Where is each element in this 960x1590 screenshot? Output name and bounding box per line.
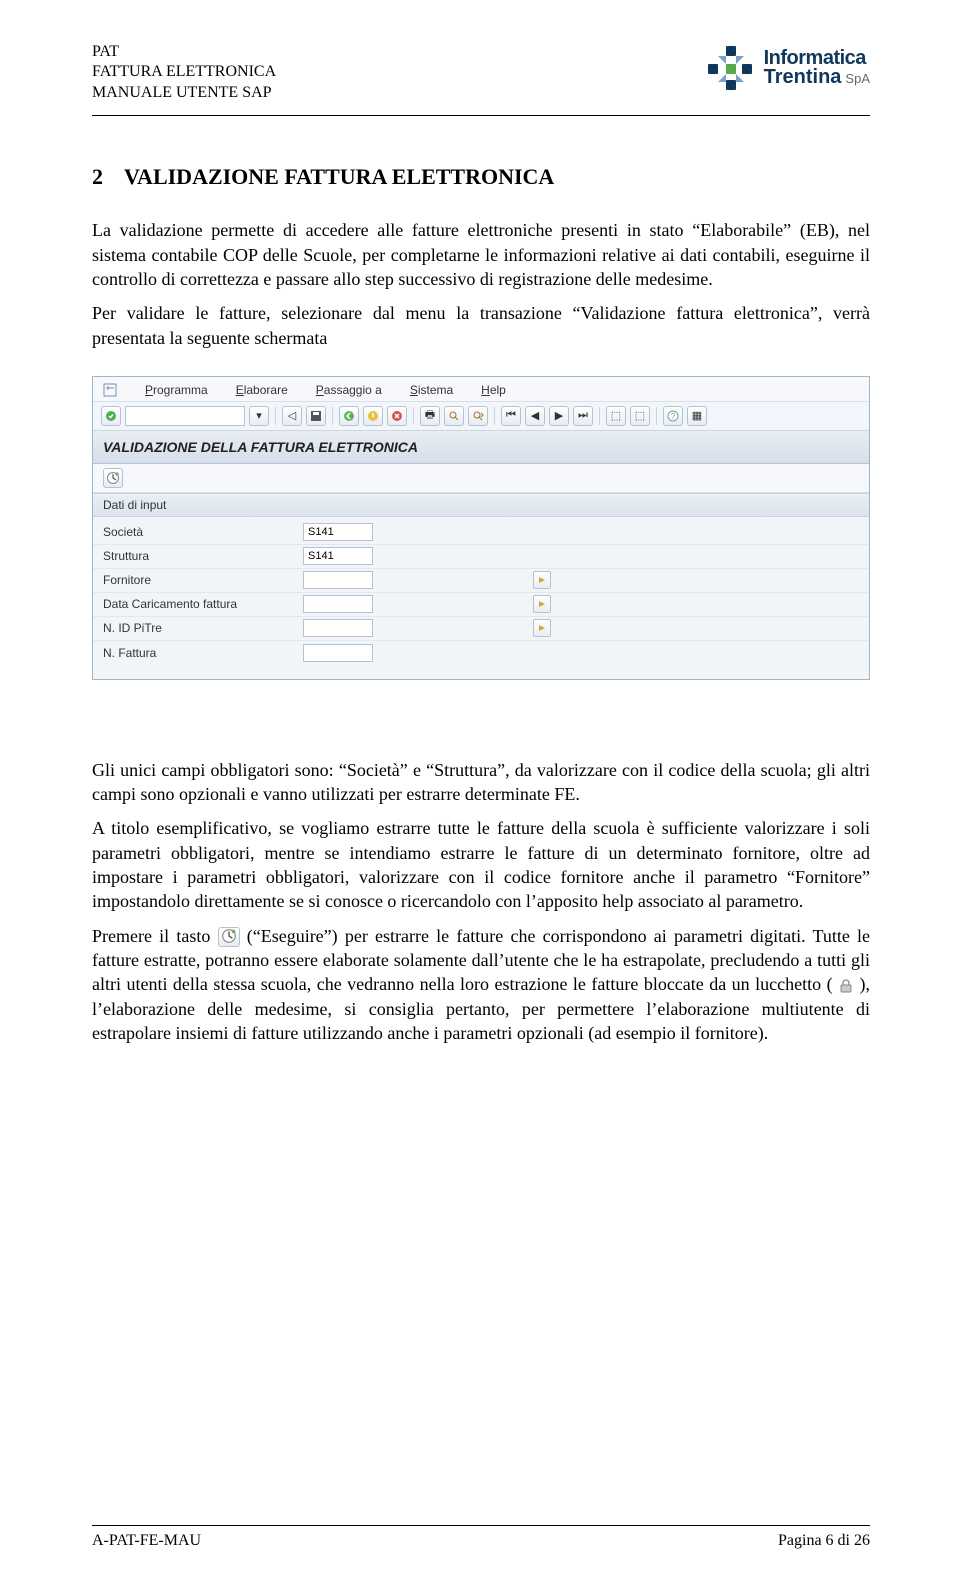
menu-programma[interactable]: Programma [145,383,208,397]
print-icon[interactable]: 🖶 [420,406,440,426]
sap-window: Programma Elaborare Passaggio a Sistema … [92,376,870,680]
paragraph-2: Per validare le fatture, selezionare dal… [92,301,870,350]
find-icon[interactable] [444,406,464,426]
p5-part-a: Premere il tasto [92,926,218,946]
menu-sistema[interactable]: Sistema [410,383,453,397]
footer-divider [92,1525,870,1526]
header-divider [92,115,870,116]
back-green-icon[interactable] [339,406,359,426]
last-page-icon[interactable]: ⏭ [573,406,593,426]
dropdown-icon[interactable]: ▾ [249,406,269,426]
body-block-2: Gli unici campi obbligatori sono: “Socie… [92,758,870,1045]
page-header: PAT FATTURA ELETTRONICA MANUALE UTENTE S… [92,42,870,103]
help-icon[interactable]: ? [663,406,683,426]
multiselect-icon[interactable] [533,571,551,589]
input-societa[interactable] [303,523,373,541]
header-line-1: PAT [92,42,276,62]
menu-elaborare[interactable]: Elaborare [236,383,288,397]
sap-form: Società Struttura Fornitore Data Caricam… [93,517,869,679]
logo-icon [704,42,756,94]
menu-passaggio-a[interactable]: Passaggio a [316,383,382,397]
input-id-pitre[interactable] [303,619,373,637]
label-n-fattura: N. Fattura [103,646,303,660]
exit-yellow-icon[interactable] [363,406,383,426]
field-row-fornitore: Fornitore [93,569,869,593]
paragraph-4: A titolo esemplificativo, se vogliamo es… [92,816,870,913]
field-row-id-pitre: N. ID PiTre [93,617,869,641]
sap-panel-header: Dati di input [93,493,869,517]
label-data-caricamento: Data Caricamento fattura [103,597,303,611]
menu-expand-icon[interactable] [103,383,117,397]
back-icon[interactable]: ◁ [282,406,302,426]
next-page-icon[interactable]: ▶ [549,406,569,426]
cancel-red-icon[interactable] [387,406,407,426]
sap-subtoolbar [93,464,869,493]
command-field[interactable] [125,406,245,426]
multiselect-icon[interactable] [533,619,551,637]
sap-screen-title: VALIDAZIONE DELLA FATTURA ELETTRONICA [93,431,869,464]
doc-header-text: PAT FATTURA ELETTRONICA MANUALE UTENTE S… [92,42,276,103]
svg-text:?: ? [671,412,676,421]
field-row-struttura: Struttura [93,545,869,569]
menu-help[interactable]: Help [481,383,506,397]
page-footer: A-PAT-FE-MAU Pagina 6 di 26 [92,1525,870,1550]
input-data-caricamento[interactable] [303,595,373,613]
label-fornitore: Fornitore [103,573,303,587]
header-line-3: MANUALE UTENTE SAP [92,83,276,103]
tool-b-icon[interactable]: ⬚ [630,406,650,426]
save-icon[interactable] [306,406,326,426]
logo-line-2: TrentinaSpA [764,66,870,89]
input-struttura[interactable] [303,547,373,565]
execute-inline-icon [218,927,240,947]
label-struttura: Struttura [103,549,303,563]
logo-text: Informatica TrentinaSpA [764,47,870,89]
sap-toolbar: ▾ ◁ 🖶 ⏮ ◀ ▶ ⏭ ⬚ ⬚ ? ▦ [93,402,869,431]
header-line-2: FATTURA ELETTRONICA [92,62,276,82]
paragraph-1: La validazione permette di accedere alle… [92,218,870,291]
tool-a-icon[interactable]: ⬚ [606,406,626,426]
multiselect-icon[interactable] [533,595,551,613]
prev-page-icon[interactable]: ◀ [525,406,545,426]
layout-icon[interactable]: ▦ [687,406,707,426]
company-logo: Informatica TrentinaSpA [704,42,870,94]
footer-page-number: Pagina 6 di 26 [778,1532,870,1550]
execute-icon[interactable] [103,468,123,488]
footer-doc-id: A-PAT-FE-MAU [92,1532,201,1550]
lock-inline-icon [838,976,854,992]
label-societa: Società [103,525,303,539]
section-number: 2 [92,164,106,190]
field-row-n-fattura: N. Fattura [93,641,869,665]
input-fornitore[interactable] [303,571,373,589]
section-heading: 2 VALIDAZIONE FATTURA ELETTRONICA [92,164,870,190]
section-title-text: VALIDAZIONE FATTURA ELETTRONICA [124,164,554,190]
label-id-pitre: N. ID PiTre [103,621,303,635]
first-page-icon[interactable]: ⏮ [501,406,521,426]
sap-menubar: Programma Elaborare Passaggio a Sistema … [93,377,869,402]
find-next-icon[interactable] [468,406,488,426]
paragraph-5: Premere il tasto (“Eseguire”) per estrar… [92,924,870,1045]
paragraph-3: Gli unici campi obbligatori sono: “Socie… [92,758,870,807]
enter-icon[interactable] [101,406,121,426]
body-block-1: La validazione permette di accedere alle… [92,218,870,349]
field-row-data-caricamento: Data Caricamento fattura [93,593,869,617]
input-n-fattura[interactable] [303,644,373,662]
field-row-societa: Società [93,521,869,545]
